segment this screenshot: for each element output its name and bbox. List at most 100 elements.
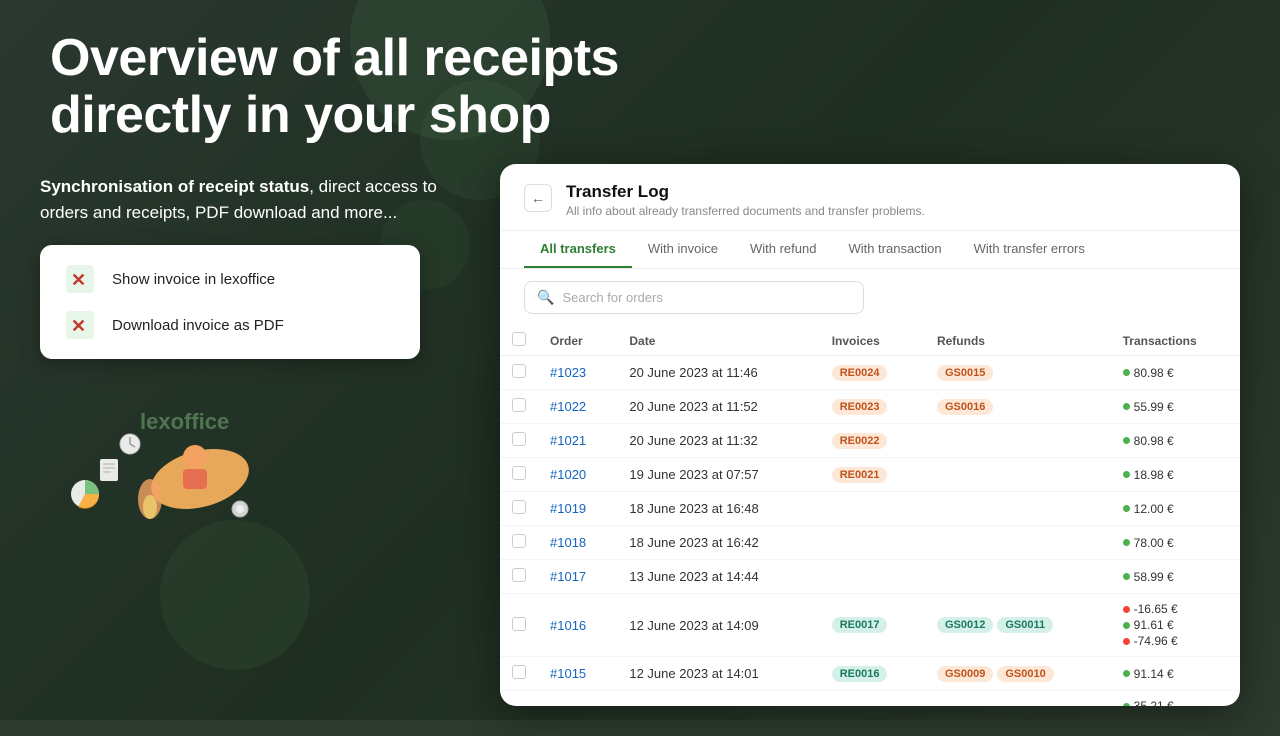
refund-badge[interactable]: GS0012 (937, 617, 993, 633)
search-placeholder: Search for orders (562, 290, 662, 305)
row-transactions: 12.00 € (1111, 492, 1240, 526)
invoice-badge[interactable]: RE0021 (832, 467, 888, 483)
feature-1-label: Show invoice in lexoffice (112, 271, 275, 288)
table-row: #1020 19 June 2023 at 07:57 RE0021 18.98 € (500, 458, 1240, 492)
row-checkbox[interactable] (512, 665, 526, 679)
invoice-badge[interactable]: RE0022 (832, 433, 888, 449)
row-transactions: 80.98 € (1111, 424, 1240, 458)
negative-dot (1123, 638, 1130, 645)
window-title: Transfer Log (566, 182, 1216, 202)
invoice-badge[interactable]: RE0016 (832, 666, 888, 682)
row-checkbox[interactable] (512, 568, 526, 582)
transaction-amount: 18.98 € (1123, 468, 1228, 482)
row-checkbox[interactable] (512, 534, 526, 548)
row-refunds: GS0013GS0014 (925, 691, 1111, 707)
order-link[interactable]: #1017 (550, 569, 586, 584)
row-checkbox[interactable] (512, 432, 526, 446)
order-link[interactable]: #1018 (550, 535, 586, 550)
row-checkbox-cell (500, 492, 538, 526)
positive-dot (1123, 437, 1130, 444)
table-row: #1015 12 June 2023 at 14:01 RE0016 GS0009GS… (500, 657, 1240, 691)
feature-item-2[interactable]: ✕ Download invoice as PDF (64, 309, 396, 341)
row-transactions: 58.99 € (1111, 560, 1240, 594)
feature-item-1[interactable]: ✕ Show invoice in lexoffice (64, 263, 396, 295)
window-subtitle: All info about already transferred docum… (566, 204, 1216, 218)
positive-dot (1123, 369, 1130, 376)
transaction-amount: -74.96 € (1123, 634, 1228, 648)
transfer-log-window: ← Transfer Log All info about already tr… (500, 164, 1240, 706)
col-date: Date (617, 326, 819, 356)
row-date: 12 June 2023 at 14:01 (617, 657, 819, 691)
invoice-badge[interactable]: RE0023 (832, 399, 888, 415)
row-checkbox-cell (500, 560, 538, 594)
invoice-badge[interactable]: RE0024 (832, 365, 888, 381)
row-checkbox-cell (500, 657, 538, 691)
order-link[interactable]: #1015 (550, 666, 586, 681)
hero-title: Overview of all receipts directly in you… (0, 0, 700, 164)
back-button[interactable]: ← (524, 184, 552, 212)
refund-badge[interactable]: GS0009 (937, 666, 993, 682)
row-order: #1022 (538, 390, 617, 424)
row-refunds (925, 424, 1111, 458)
col-order: Order (538, 326, 617, 356)
row-order: #1023 (538, 356, 617, 390)
transaction-amount: 35.21 € (1123, 699, 1228, 706)
row-checkbox[interactable] (512, 364, 526, 378)
order-link[interactable]: #1016 (550, 618, 586, 633)
row-refunds (925, 492, 1111, 526)
refund-badge[interactable]: GS0015 (937, 365, 993, 381)
tab-with-invoice[interactable]: With invoice (632, 231, 734, 268)
positive-dot (1123, 403, 1130, 410)
positive-dot (1123, 505, 1130, 512)
order-link[interactable]: #1020 (550, 467, 586, 482)
orders-table: Order Date Invoices Refunds Transactions… (500, 326, 1240, 706)
sync-description: Synchronisation of receipt status, direc… (40, 174, 460, 225)
row-checkbox[interactable] (512, 500, 526, 514)
transaction-amount: 91.14 € (1123, 667, 1228, 681)
table-row: #101818 June 2023 at 16:4278.00 € (500, 526, 1240, 560)
transaction-amount: 80.98 € (1123, 366, 1228, 380)
row-checkbox-cell (500, 458, 538, 492)
order-link[interactable]: #1023 (550, 365, 586, 380)
refund-badge[interactable]: GS0016 (937, 399, 993, 415)
row-checkbox-cell (500, 390, 538, 424)
row-refunds: GS0012GS0011 (925, 594, 1111, 657)
order-link[interactable]: #1021 (550, 433, 586, 448)
order-link[interactable]: #1022 (550, 399, 586, 414)
row-invoices: RE0022 (820, 424, 925, 458)
row-date: 13 June 2023 at 14:44 (617, 560, 819, 594)
tab-with-errors[interactable]: With transfer errors (958, 231, 1101, 268)
window-title-group: Transfer Log All info about already tran… (566, 182, 1216, 218)
row-checkbox-cell (500, 691, 538, 707)
row-date: 19 June 2023 at 07:57 (617, 458, 819, 492)
order-link[interactable]: #1019 (550, 501, 586, 516)
refund-badge[interactable]: GS0010 (997, 666, 1053, 682)
window-header: ← Transfer Log All info about already tr… (500, 164, 1240, 231)
table-row: #102320 June 2023 at 11:46RE0024GS001580… (500, 356, 1240, 390)
row-date: 20 June 2023 at 11:52 (617, 390, 819, 424)
content-row: Synchronisation of receipt status, direc… (0, 164, 1280, 736)
row-order: #1017 (538, 560, 617, 594)
row-invoices: RE0016 (820, 657, 925, 691)
row-checkbox[interactable] (512, 466, 526, 480)
transaction-amount: -16.65 € (1123, 602, 1228, 616)
tab-all-transfers[interactable]: All transfers (524, 231, 632, 268)
row-invoices: RE0023 (820, 390, 925, 424)
row-invoices (820, 560, 925, 594)
row-transactions: 78.00 € (1111, 526, 1240, 560)
tab-with-refund[interactable]: With refund (734, 231, 832, 268)
row-date: 12 June 2023 at 14:09 (617, 594, 819, 657)
svg-text:lexoffice: lexoffice (140, 409, 229, 434)
negative-dot (1123, 606, 1130, 613)
svg-text:✕: ✕ (71, 270, 86, 290)
tab-with-transaction[interactable]: With transaction (832, 231, 957, 268)
row-order: #1015 (538, 657, 617, 691)
refund-badge[interactable]: GS0011 (997, 617, 1053, 633)
header-checkbox[interactable] (512, 332, 526, 346)
row-checkbox[interactable] (512, 398, 526, 412)
row-refunds (925, 560, 1111, 594)
invoice-badge[interactable]: RE0017 (832, 617, 888, 633)
search-input-wrap[interactable]: 🔍 Search for orders (524, 281, 864, 314)
row-checkbox[interactable] (512, 617, 526, 631)
row-date: 12 June 2023 at 12:38 (617, 691, 819, 707)
